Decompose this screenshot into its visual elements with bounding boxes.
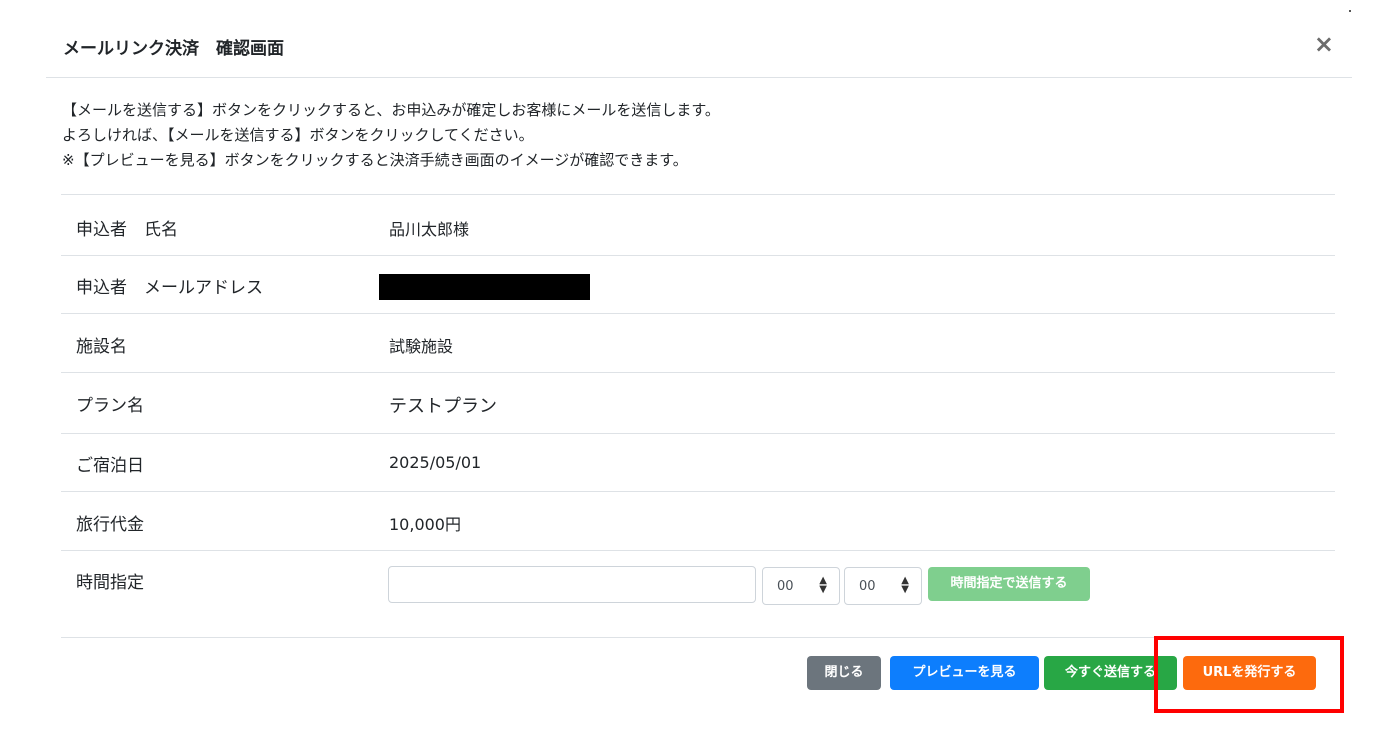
intro-line-1: 【メールを送信する】ボタンをクリックすると、お申込みが確定しお客様にメールを送信… (62, 101, 720, 119)
row-travel-fee: 旅行代金 10,000円 (61, 492, 1335, 551)
row-facility: 施設名 試験施設 (61, 314, 1335, 373)
applicant-name-value: 品川太郎様 (389, 220, 470, 239)
sort-arrows-icon: ▲ ▼ (901, 575, 909, 595)
modal-title: メールリンク決済 確認画面 (63, 39, 284, 59)
hour-select[interactable]: 00 ▲ ▼ (762, 567, 840, 605)
stay-date-value: 2025/05/01 (389, 453, 482, 472)
row-label: 旅行代金 (76, 515, 144, 535)
row-label: 時間指定 (76, 573, 144, 593)
send-timed-button[interactable]: 時間指定で送信する (928, 567, 1090, 601)
intro-line-3: ※【プレビューを見る】ボタンをクリックすると決済手続き画面のイメージが確認できま… (62, 151, 688, 169)
sort-arrows-icon: ▲ ▼ (819, 575, 827, 595)
travel-fee-value: 10,000円 (389, 515, 461, 534)
row-label: プラン名 (76, 396, 144, 416)
footer-divider (61, 637, 1335, 638)
row-applicant-name: 申込者 氏名 品川太郎様 (61, 195, 1335, 256)
intro-text: 【メールを送信する】ボタンをクリックすると、お申込みが確定しお客様にメールを送信… (62, 98, 720, 173)
row-label: ご宿泊日 (76, 456, 144, 476)
modal-header: メールリンク決済 確認画面 × (46, 0, 1352, 78)
close-icon[interactable]: × (1314, 30, 1334, 58)
issue-url-button[interactable]: URLを発行する (1183, 656, 1316, 690)
decorative-dot (1349, 10, 1351, 12)
plan-value: テストプラン (389, 396, 497, 417)
row-label: 申込者 メールアドレス (76, 278, 263, 298)
intro-line-2: よろしければ、【メールを送信する】ボタンをクリックしてください。 (62, 126, 534, 144)
row-time-designation: 時間指定 00 ▲ ▼ 00 ▲ ▼ 時間指定で送信する (61, 551, 1335, 621)
row-stay-date: ご宿泊日 2025/05/01 (61, 434, 1335, 492)
row-applicant-email: 申込者 メールアドレス (61, 256, 1335, 314)
row-label: 施設名 (76, 337, 127, 357)
preview-button[interactable]: プレビューを見る (890, 656, 1039, 690)
facility-value: 試験施設 (389, 337, 454, 356)
send-now-button[interactable]: 今すぐ送信する (1044, 656, 1177, 690)
close-button[interactable]: 閉じる (807, 656, 881, 690)
send-date-input[interactable] (388, 566, 756, 603)
minute-select-value: 00 (859, 579, 876, 594)
minute-select[interactable]: 00 ▲ ▼ (844, 567, 922, 605)
redacted-email (379, 274, 590, 300)
confirmation-table: 申込者 氏名 品川太郎様 申込者 メールアドレス 施設名 試験施設 プラン名 テ… (61, 194, 1335, 621)
hour-select-value: 00 (777, 579, 794, 594)
row-label: 申込者 氏名 (76, 220, 178, 240)
row-plan: プラン名 テストプラン (61, 373, 1335, 434)
